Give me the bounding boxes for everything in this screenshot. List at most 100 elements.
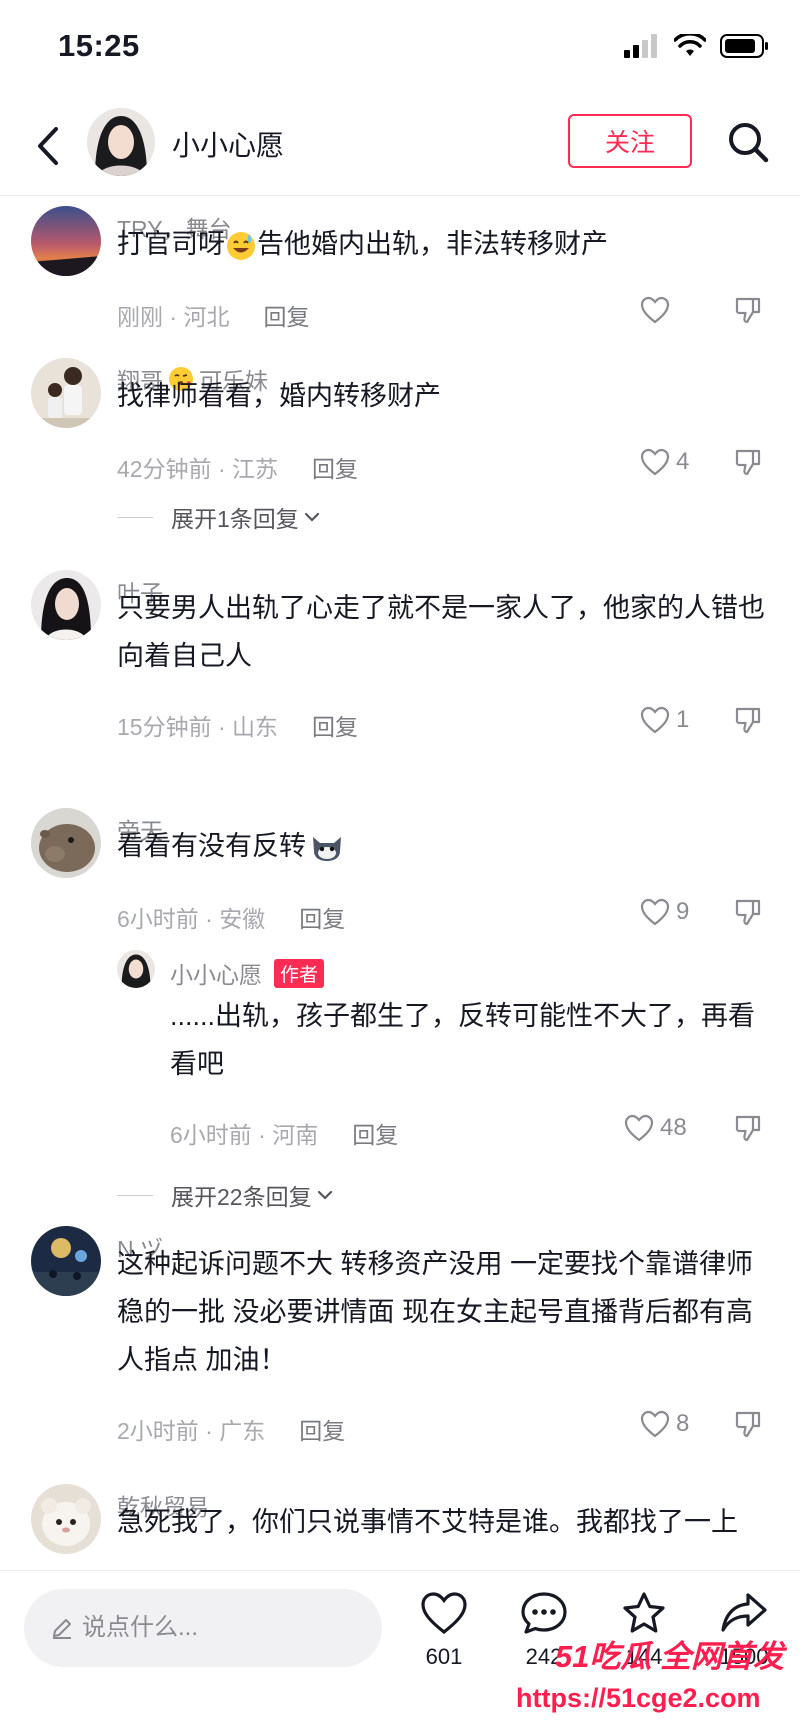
like-action[interactable]: 601 — [404, 1591, 484, 1670]
back-button[interactable] — [28, 118, 68, 174]
reply-author-name[interactable]: 小小心愿 作者 — [170, 956, 325, 990]
expand-replies-button[interactable]: 展开1条回复 — [117, 500, 321, 534]
dislike-button[interactable] — [734, 1410, 762, 1443]
heart-icon — [640, 448, 670, 476]
reply-author-avatar[interactable] — [117, 950, 155, 988]
sweat-smile-emoji-icon — [227, 231, 255, 260]
status-time: 15:25 — [58, 28, 140, 63]
expand-replies-label: 展开1条回复 — [171, 506, 299, 532]
comment-text-part: 看看有没有反转 — [117, 831, 306, 861]
author-avatar[interactable] — [87, 108, 155, 176]
comment-bubble-icon — [521, 1592, 567, 1634]
comment-text: 只要男人出轨了心走了就不是一家人了，他家的人错也向着自己人 — [117, 593, 765, 671]
watermark-brand: 51吃瓜 全网首发 — [554, 1639, 784, 1674]
heart-icon — [421, 1592, 467, 1635]
comment-text-part: 打官司呀 — [117, 229, 225, 259]
author-badge: 作者 — [274, 958, 325, 988]
commenter-avatar[interactable] — [31, 570, 101, 640]
follow-button[interactable]: 关注 — [568, 114, 692, 168]
comment-meta: 刚刚 · 河北 回复 — [117, 298, 309, 332]
comment-time-location: 6小时前 · 安徽 — [117, 906, 266, 932]
watermark: 51吃瓜 全网首发 https://51cge2.com — [506, 1631, 800, 1731]
commenter-avatar[interactable] — [31, 358, 101, 428]
dislike-button[interactable] — [734, 1114, 762, 1147]
thumbs-down-icon — [735, 297, 761, 324]
comment-text: 找律师看看，婚内转移财产 — [117, 381, 441, 411]
thumbs-down-icon — [735, 449, 761, 476]
reply-time-location: 6小时前 · 河南 — [170, 1122, 319, 1148]
reply-button[interactable]: 回复 — [299, 1412, 345, 1446]
reply-button[interactable]: 回复 — [352, 1116, 398, 1150]
search-icon — [729, 123, 769, 163]
reply-button[interactable]: 回复 — [312, 450, 358, 484]
comment-text: 打官司呀 告他婚内出轨，非法转移财产 — [117, 220, 777, 268]
expand-replies-button[interactable]: 展开22条回复 — [117, 1178, 334, 1212]
heart-icon — [640, 296, 670, 324]
like-count: 9 — [676, 898, 690, 925]
cat-emoji-icon — [313, 836, 341, 861]
pencil-icon — [53, 1619, 71, 1639]
share-arrow-icon — [721, 1593, 767, 1632]
thumbs-down-icon — [735, 899, 761, 926]
battery-icon — [720, 34, 768, 58]
heart-icon — [640, 706, 670, 734]
commenter-avatar[interactable] — [31, 1484, 101, 1554]
dislike-button[interactable] — [734, 898, 762, 931]
reply-author-name-text: 小小心愿 — [170, 962, 262, 988]
divider — [117, 516, 153, 518]
thumbs-down-icon — [735, 1115, 761, 1142]
signal-icon — [624, 34, 657, 58]
comment-list: TRY，舞台 打官司呀告他婚内出轨，非法转移财产 刚刚 · 河北 回复 翔哥 — [0, 196, 800, 1570]
expand-replies-label: 展开22条回复 — [171, 1184, 312, 1210]
heart-icon — [624, 1114, 654, 1142]
bottom-bar: 601 242 144 1500 51吃瓜 全网首发 https://51cge… — [0, 1570, 800, 1731]
search-button[interactable] — [724, 116, 772, 168]
like-count: 1 — [676, 706, 690, 733]
like-button[interactable]: 48 — [624, 1114, 687, 1142]
comment-meta: 2小时前 · 广东 回复 — [117, 1412, 345, 1446]
comment-input[interactable] — [82, 1614, 362, 1642]
divider — [117, 1194, 153, 1196]
reply-text: ......出轨，孩子都生了，反转可能性不大了，再看看吧 — [170, 1001, 756, 1079]
heart-icon — [640, 1410, 670, 1438]
reply-button[interactable]: 回复 — [263, 298, 309, 332]
comment-time-location: 15分钟前 · 山东 — [117, 714, 279, 740]
like-count: 8 — [676, 1410, 690, 1437]
commenter-avatar[interactable] — [31, 808, 101, 878]
comment-text: 这种起诉问题不大 转移资产没用 一定要找个靠谱律师 稳的一批 没必要讲情面 现在… — [117, 1249, 754, 1375]
reply-button[interactable]: 回复 — [312, 708, 358, 742]
watermark-url: https://51cge2.com — [516, 1683, 761, 1713]
comment-text: 急死我了，你们只说事情不艾特是谁。我都找了一上 — [117, 1507, 738, 1537]
dislike-button[interactable] — [734, 706, 762, 739]
commenter-avatar[interactable] — [31, 206, 101, 276]
reply-meta: 6小时前 · 河南 回复 — [170, 1116, 398, 1150]
dislike-button[interactable] — [734, 448, 762, 481]
status-bar: 15:25 — [0, 0, 800, 96]
comment-text-part: 告他婚内出轨，非法转移财产 — [257, 229, 608, 259]
header: 小小心愿 关注 — [0, 96, 800, 196]
heart-icon — [640, 898, 670, 926]
like-count: 4 — [676, 448, 690, 475]
reply-button[interactable]: 回复 — [299, 900, 345, 934]
thumbs-down-icon — [735, 1411, 761, 1438]
like-button[interactable]: 1 — [640, 706, 689, 734]
like-button[interactable]: 8 — [640, 1410, 689, 1438]
chevron-left-icon — [38, 127, 58, 165]
author-reply: 小小心愿 作者 ......出轨，孩子都生了，反转可能性不大了，再看看吧 6小时… — [0, 948, 800, 1148]
comment-meta: 42分钟前 · 江苏 回复 — [117, 450, 358, 484]
commenter-avatar[interactable] — [31, 1226, 101, 1296]
comment-meta: 6小时前 · 安徽 回复 — [117, 900, 345, 934]
like-button[interactable]: 9 — [640, 898, 689, 926]
comment-time-location: 刚刚 · 河北 — [117, 304, 230, 330]
chevron-down-icon — [317, 1190, 332, 1200]
like-button[interactable] — [640, 296, 676, 324]
like-count: 601 — [425, 1644, 463, 1669]
comment-input-wrapper[interactable] — [24, 1589, 382, 1667]
status-icons — [624, 34, 770, 58]
dislike-button[interactable] — [734, 296, 762, 329]
chevron-down-icon — [304, 512, 319, 522]
like-button[interactable]: 4 — [640, 448, 689, 476]
comment-meta: 15分钟前 · 山东 回复 — [117, 708, 358, 742]
wifi-icon — [674, 34, 706, 56]
comment-text: 看看有没有反转 — [117, 822, 777, 870]
